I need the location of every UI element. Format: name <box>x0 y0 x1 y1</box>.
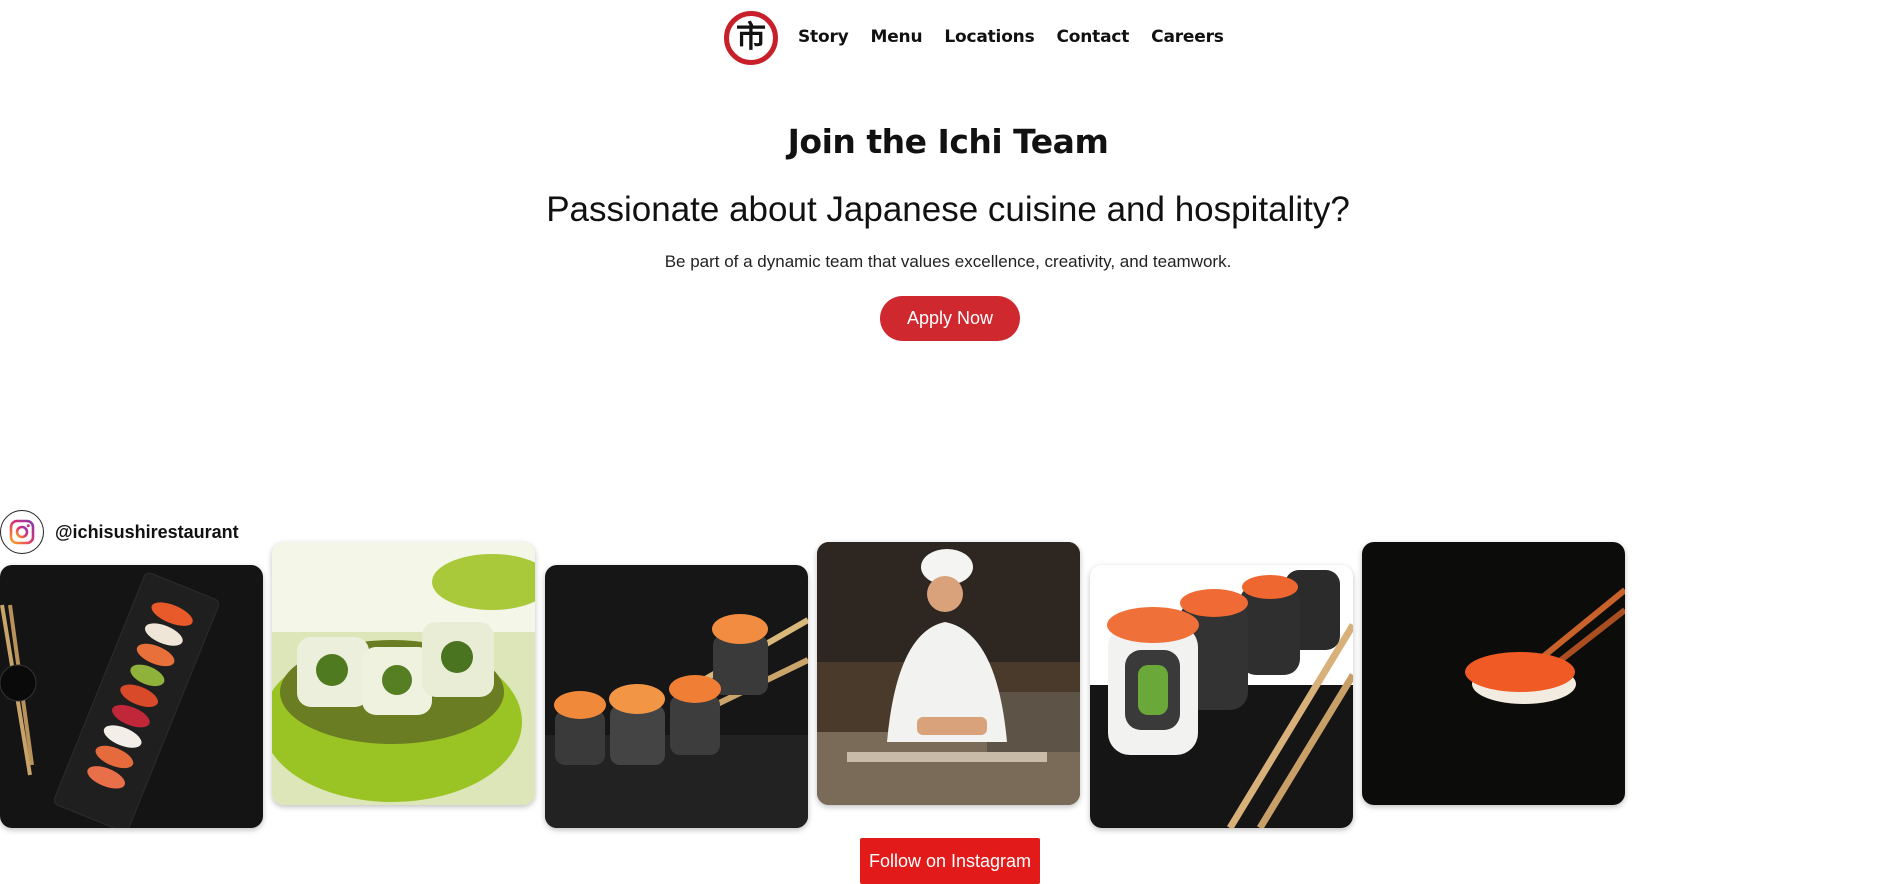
instagram-photo-green-roll-bowl[interactable] <box>272 542 535 805</box>
instagram-photo-salmon-roe-rolls[interactable] <box>1090 565 1353 828</box>
instagram-photo-nigiri-chopsticks[interactable] <box>1362 542 1625 805</box>
instagram-photo-sushi-platter[interactable] <box>0 565 263 828</box>
instagram-header: @ichisushirestaurant <box>0 509 239 555</box>
logo-glyph: 市 <box>736 20 766 55</box>
nav-link-menu[interactable]: Menu <box>871 27 923 47</box>
follow-on-instagram-button[interactable]: Follow on Instagram <box>860 838 1040 884</box>
instagram-handle[interactable]: @ichisushirestaurant <box>55 522 239 543</box>
nav-link-story[interactable]: Story <box>798 27 849 47</box>
page-title: Join the Ichi Team <box>787 122 1109 161</box>
nav-link-contact[interactable]: Contact <box>1057 27 1130 47</box>
instagram-icon[interactable] <box>0 510 44 554</box>
apply-now-button[interactable]: Apply Now <box>880 296 1020 341</box>
nav-links: Story Menu Locations Contact Careers <box>798 27 1224 47</box>
top-navigation: 市 Story Menu Locations Contact Careers <box>0 0 1896 78</box>
nav-link-careers[interactable]: Careers <box>1151 27 1224 47</box>
hero-description: Be part of a dynamic team that values ex… <box>664 252 1232 271</box>
hero-subtitle: Passionate about Japanese cuisine and ho… <box>546 190 1350 229</box>
nav-link-locations[interactable]: Locations <box>944 27 1034 47</box>
logo[interactable]: 市 <box>724 11 778 65</box>
instagram-photo-sushi-chef[interactable] <box>817 542 1080 805</box>
instagram-photo-topped-rolls[interactable] <box>545 565 808 828</box>
